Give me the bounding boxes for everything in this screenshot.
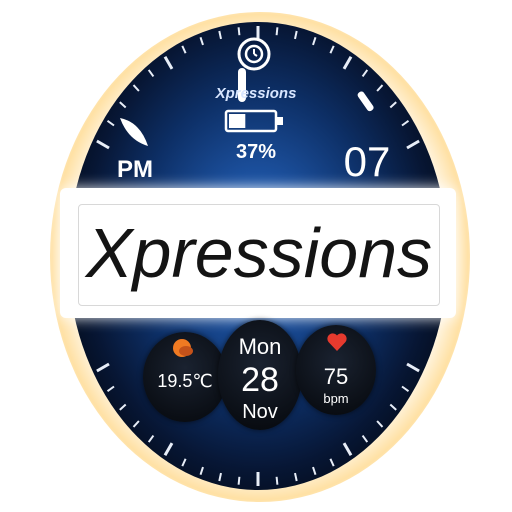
minor-tick (361, 69, 369, 77)
minor-tick (147, 69, 155, 77)
major-tick (406, 362, 420, 373)
minor-tick (401, 119, 410, 127)
heart-rate-value: 75 (323, 364, 349, 389)
minor-tick (106, 385, 115, 393)
banner-frame: Xpressions (78, 204, 440, 306)
day-number: 28 (241, 361, 279, 399)
temperature: 19.5℃ (157, 371, 213, 391)
minor-tick (237, 27, 241, 36)
major-tick (342, 56, 353, 70)
minor-tick (119, 101, 127, 109)
battery-level-fill (229, 114, 246, 128)
minor-tick (376, 420, 384, 428)
battery-icon (224, 109, 283, 133)
major-tick (96, 139, 110, 150)
major-tick (163, 56, 174, 70)
minor-tick (181, 45, 187, 54)
watch-screen: Xpressions 37% PM 07 Xpressions 19.5℃ Mo… (0, 0, 512, 512)
major-tick (163, 442, 174, 456)
banner-title: Xpressions (85, 214, 433, 292)
right-hand-marker (357, 91, 374, 112)
heart-icon (327, 333, 347, 351)
minor-tick (294, 472, 298, 482)
minor-tick (361, 435, 369, 443)
minor-tick (329, 458, 335, 467)
minor-tick (401, 385, 410, 393)
minor-tick (199, 36, 204, 46)
month: Nov (242, 401, 278, 423)
left-hand-marker (120, 118, 148, 146)
minor-tick (329, 45, 335, 54)
weekday: Mon (238, 334, 282, 359)
heart-rate-unit: bpm (323, 391, 349, 406)
minor-tick (237, 476, 241, 485)
minor-tick (312, 36, 317, 46)
minor-tick (218, 472, 222, 482)
brand-label: Xpressions (215, 85, 297, 102)
minor-tick (132, 84, 140, 92)
sun-cloud-icon (173, 339, 193, 357)
minor-tick (275, 27, 279, 36)
major-tick (96, 362, 110, 373)
minor-tick (275, 476, 279, 485)
minor-tick (218, 30, 222, 40)
minor-tick (147, 435, 155, 443)
brand-banner: Xpressions (60, 188, 456, 318)
am-pm-label: PM (117, 156, 153, 183)
minor-tick (389, 403, 397, 411)
minor-tick (389, 101, 397, 109)
minor-tick (132, 420, 140, 428)
minor-tick (312, 466, 317, 476)
major-tick (342, 442, 353, 456)
major-tick (406, 139, 420, 150)
minute-display: 07 (343, 138, 391, 185)
minor-tick (181, 458, 187, 467)
minor-tick (199, 466, 204, 476)
battery-percent: 37% (235, 141, 277, 163)
minor-tick (294, 30, 298, 40)
minor-tick (119, 403, 127, 411)
